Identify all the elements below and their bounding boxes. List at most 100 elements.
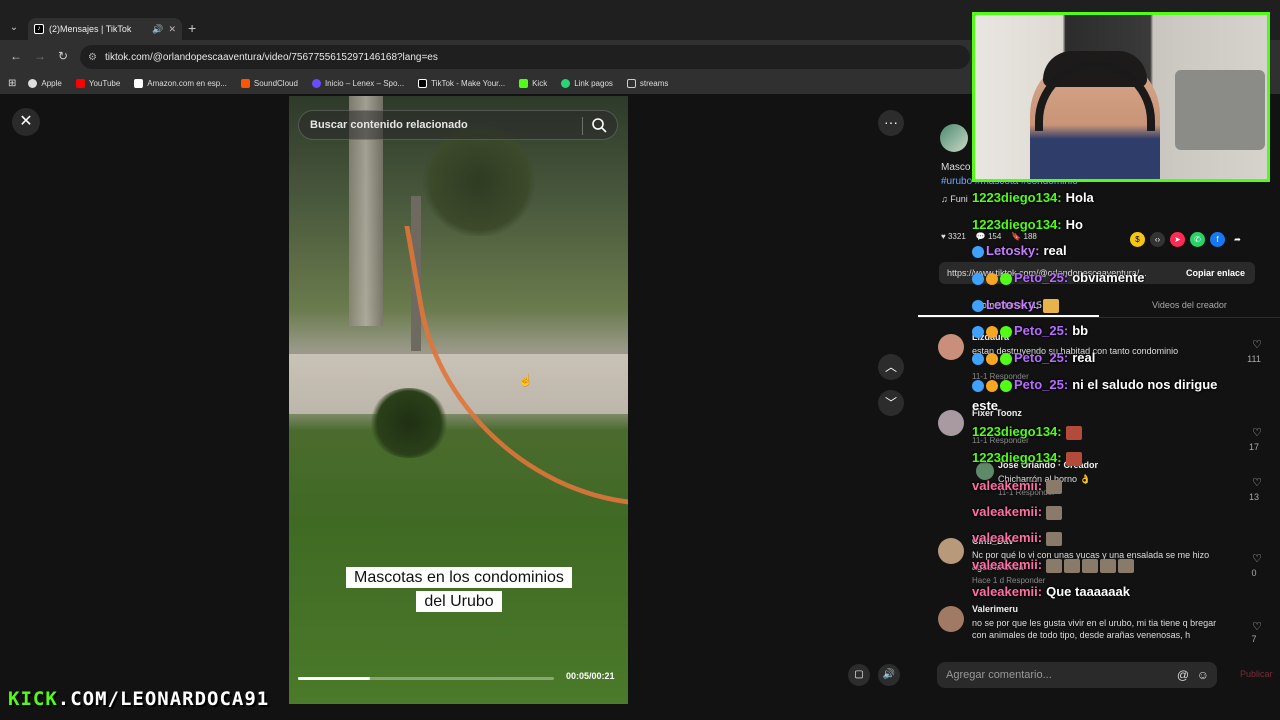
browser-tab[interactable]: ♪ (2)Mensajes | TikTok 🔊 ✕ <box>28 18 182 40</box>
creator-avatar[interactable] <box>940 124 968 152</box>
chat-user: 1223diego134: <box>972 190 1062 205</box>
chat-message: 1223diego134: <box>972 450 1082 466</box>
chat-text: Hola <box>1065 190 1094 205</box>
bookmark-youtube[interactable]: YouTube <box>75 78 120 88</box>
like-button[interactable]: ♥ 3321 <box>941 232 966 241</box>
facebook-icon[interactable]: f <box>1210 232 1225 247</box>
emote-icon <box>1118 558 1135 573</box>
badge-icon <box>1000 272 1012 285</box>
comment-like-icon[interactable]: ♡ <box>1252 338 1262 351</box>
badge-icon <box>986 325 998 338</box>
commenter-avatar[interactable] <box>938 606 964 632</box>
bookmark-amazon[interactable]: Amazon.com en esp... <box>134 78 227 88</box>
more-options-button[interactable]: ··· <box>878 110 904 136</box>
tab-search-icon[interactable]: ⌄ <box>6 20 22 36</box>
bookmark-soundcloud[interactable]: SoundCloud <box>240 78 298 88</box>
share-arrow-icon[interactable]: ➦ <box>1230 232 1245 247</box>
comment-button[interactable]: 💬 154 <box>976 232 1002 241</box>
apps-icon[interactable]: ⊞ <box>8 78 16 89</box>
badge-icon <box>972 245 984 258</box>
music-title: Funi <box>950 194 968 204</box>
site-info-icon[interactable]: ⚙ <box>88 52 97 63</box>
copy-link-button[interactable]: Copiar enlace <box>1186 268 1245 278</box>
tiktok-favicon-icon: ♪ <box>34 24 44 34</box>
video-caption: Mascotas en los condominios del Urubo <box>325 566 593 614</box>
coin-icon[interactable]: $ <box>1130 232 1145 247</box>
video-progress-bar[interactable] <box>298 677 554 680</box>
video-player[interactable]: Buscar contenido relacionado Mascotas en… <box>289 96 628 704</box>
url-field[interactable]: ⚙ tiktok.com/@orlandopescaaventura/video… <box>80 45 970 69</box>
progress-fill <box>298 677 370 680</box>
volume-icon[interactable]: 🔊 <box>878 664 900 686</box>
forward-icon[interactable]: → <box>34 49 46 63</box>
send-icon[interactable]: ➤ <box>1170 232 1185 247</box>
video-frame-animal <box>369 388 449 458</box>
bookmark-kick[interactable]: Kick <box>519 78 547 88</box>
comment-like-icon[interactable]: ♡ <box>1252 552 1262 565</box>
bookmark-streams[interactable]: streams <box>626 78 668 88</box>
chat-message: valeakemii: <box>972 530 1063 546</box>
streamer-webcam <box>972 12 1270 182</box>
miniplayer-icon[interactable]: ▢ <box>848 664 870 686</box>
badge-icon <box>986 352 998 365</box>
commenter-name[interactable]: Valerimeru <box>972 604 1018 614</box>
related-search-input[interactable]: Buscar contenido relacionado <box>298 110 618 140</box>
bookmark-link-pagos[interactable]: Link pagos <box>561 78 613 88</box>
url-text: tiktok.com/@orlandopescaaventura/video/7… <box>104 51 438 63</box>
chat-message: valeakemii: <box>972 478 1063 494</box>
lenex-icon <box>311 78 321 88</box>
publish-button[interactable]: Publicar <box>1240 669 1273 679</box>
link-icon <box>561 78 571 88</box>
comment-like-icon[interactable]: ♡ <box>1252 620 1262 633</box>
new-tab-button[interactable]: + <box>188 20 196 36</box>
comment-like-count: 7 <box>1251 634 1257 644</box>
chat-user: valeakemii: <box>972 478 1043 493</box>
bookmark-apple[interactable]: Apple <box>28 78 62 88</box>
comment-like-icon[interactable]: ♡ <box>1252 476 1262 489</box>
tab-close-icon[interactable]: ✕ <box>168 24 176 35</box>
reload-icon[interactable]: ↻ <box>58 49 68 63</box>
tab-creator-videos[interactable]: Videos del creador <box>1099 292 1280 317</box>
comment-like-icon[interactable]: ♡ <box>1252 426 1262 439</box>
embed-icon[interactable]: ‹› <box>1150 232 1165 247</box>
emote-icon <box>1064 558 1081 573</box>
channel-url-text: .COM/LEONARDOCA91 <box>57 688 270 710</box>
video-frame-bush <box>419 126 539 236</box>
chat-message-continued: este <box>972 398 998 413</box>
chat-message: valeakemii: Que taaaaaak <box>972 584 1130 599</box>
emote-icon <box>1100 558 1117 573</box>
audio-icon[interactable]: 🔊 <box>152 24 163 35</box>
tab-title: (2)Mensajes | TikTok <box>49 24 132 34</box>
music-info[interactable]: ♫ Funi <box>941 194 968 204</box>
bookmark-lenex[interactable]: Inicio – Lenex – Spo... <box>311 78 404 88</box>
save-button[interactable]: 🔖 188 <box>1011 232 1037 241</box>
chat-user: valeakemii: <box>972 504 1043 519</box>
back-icon[interactable]: ← <box>10 49 22 63</box>
next-video-button[interactable]: ﹀ <box>878 390 904 416</box>
whatsapp-icon[interactable]: ✆ <box>1190 232 1205 247</box>
close-video-button[interactable]: ✕ <box>12 108 40 136</box>
bookmark-label: Amazon.com en esp... <box>147 78 227 88</box>
kick-logo-text: KICK <box>8 688 58 710</box>
emoji-icon[interactable]: ☺ <box>1197 668 1209 682</box>
commenter-avatar[interactable] <box>938 334 964 360</box>
bookmark-label: Link pagos <box>574 78 613 88</box>
previous-video-button[interactable]: ︿ <box>878 354 904 380</box>
comment-input[interactable]: Agregar comentario... @ ☺ <box>937 662 1217 688</box>
bookmark-tiktok[interactable]: TikTok - Make Your... <box>418 78 505 88</box>
divider <box>582 117 583 135</box>
save-count: 188 <box>1023 232 1037 241</box>
badge-icon <box>972 325 984 338</box>
mention-icon[interactable]: @ <box>1177 668 1189 682</box>
badge-icon <box>1000 379 1012 392</box>
chat-text: bb <box>1072 323 1089 338</box>
search-icon[interactable] <box>591 117 607 133</box>
comment-like-count: 17 <box>1248 442 1259 452</box>
chat-message: 1223diego134: Hola <box>972 190 1094 205</box>
commenter-avatar[interactable] <box>938 410 964 436</box>
video-description: Masco <box>941 162 971 173</box>
chat-user: valeakemii: <box>972 584 1043 599</box>
bookmark-label: SoundCloud <box>253 78 298 88</box>
commenter-avatar[interactable] <box>938 538 964 564</box>
chat-message: Peto_25: ni el saludo nos dirigue <box>972 377 1217 392</box>
